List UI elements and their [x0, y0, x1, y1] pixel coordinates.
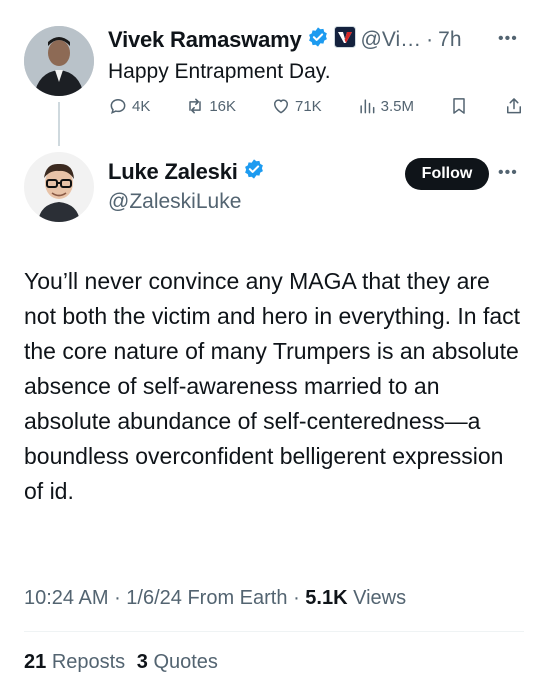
- like-count: 71K: [295, 97, 322, 115]
- share-button[interactable]: [504, 96, 524, 116]
- like-button[interactable]: 71K: [271, 96, 322, 116]
- views-button[interactable]: 3.5M: [357, 96, 414, 116]
- vivek-more-icon[interactable]: •••: [498, 30, 518, 48]
- vivek-avatar[interactable]: [24, 26, 94, 96]
- analytics-icon: [360, 99, 375, 114]
- share-icon: [506, 98, 521, 114]
- views-label: Views: [353, 587, 407, 609]
- quotes-label: Quotes: [153, 651, 218, 673]
- view-count: 3.5M: [380, 97, 415, 115]
- tweet-metadata: 10:24 AM · 1/6/24 From Earth · 5.1K View…: [24, 587, 407, 609]
- tweet-date[interactable]: 1/6/24: [126, 587, 182, 609]
- luke-more-icon[interactable]: •••: [498, 164, 518, 182]
- repost-button[interactable]: 16K: [185, 96, 236, 116]
- tweet-location: From Earth: [187, 587, 288, 609]
- divider: [24, 631, 524, 632]
- verified-badge-icon: [243, 158, 265, 185]
- reposts-count: 21: [24, 651, 47, 673]
- luke-handle[interactable]: @ZaleskiLuke: [108, 190, 241, 214]
- luke-name[interactable]: Luke Zaleski: [108, 159, 238, 185]
- bookmark-button[interactable]: [449, 96, 469, 116]
- verified-badge-icon: [307, 26, 329, 53]
- reposts-link[interactable]: 21 Reposts: [24, 651, 131, 673]
- views-count: 5.1K: [305, 587, 348, 609]
- quotes-link[interactable]: 3 Quotes: [137, 651, 218, 673]
- engagement-summary: 21 Reposts 3 Quotes: [24, 651, 218, 674]
- follow-button[interactable]: Follow: [405, 158, 489, 190]
- heart-icon: [274, 99, 288, 114]
- thread-connector: [58, 102, 60, 146]
- quotes-count: 3: [136, 651, 148, 673]
- vivek-tweet-text: Happy Entrapment Day.: [108, 60, 331, 83]
- repost-icon: [189, 98, 202, 114]
- vivek-time[interactable]: 7h: [438, 28, 461, 52]
- reply-icon: [110, 98, 126, 114]
- vivek-handle[interactable]: @Vi…: [361, 28, 422, 52]
- affiliation-logo-icon: [333, 26, 356, 53]
- time-separator: ·: [426, 27, 434, 51]
- tweet-time[interactable]: 10:24 AM: [24, 587, 109, 609]
- bookmark-icon: [453, 98, 465, 114]
- vivek-name[interactable]: Vivek Ramaswamy: [108, 27, 302, 53]
- reply-count: 4K: [132, 97, 151, 115]
- luke-avatar[interactable]: [24, 152, 94, 222]
- reply-button[interactable]: 4K: [108, 96, 150, 116]
- luke-tweet-text: You’ll never convince any MAGA that they…: [24, 268, 521, 504]
- reposts-label: Reposts: [51, 651, 126, 673]
- repost-count: 16K: [209, 97, 237, 115]
